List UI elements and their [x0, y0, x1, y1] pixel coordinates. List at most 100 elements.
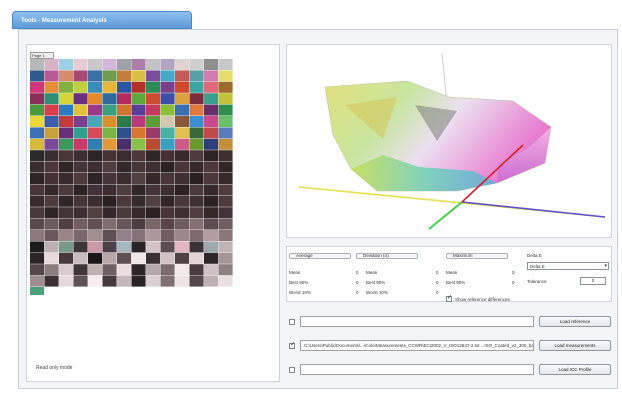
window-title-tab[interactable]: Tools - Measurement Analysis [12, 11, 192, 29]
color-patch[interactable] [59, 195, 74, 207]
color-patch[interactable] [102, 252, 117, 264]
color-patch[interactable] [30, 93, 45, 105]
color-patch[interactable] [160, 241, 175, 253]
color-patch[interactable] [218, 264, 233, 276]
color-patch[interactable] [175, 104, 190, 116]
color-patch[interactable] [117, 275, 132, 287]
color-patch[interactable] [175, 275, 190, 287]
color-patch[interactable] [102, 173, 117, 184]
color-patch[interactable] [204, 81, 219, 93]
color-patch[interactable] [117, 230, 132, 241]
color-patch[interactable] [88, 207, 103, 219]
color-patch[interactable] [218, 161, 233, 173]
color-patch[interactable] [88, 81, 103, 93]
color-patch[interactable] [88, 218, 103, 230]
color-patch[interactable] [146, 184, 161, 196]
color-patch[interactable] [146, 230, 161, 241]
tab-average[interactable]: Average [289, 253, 351, 259]
color-patch[interactable] [73, 81, 88, 93]
color-patch[interactable] [88, 230, 103, 241]
icc-checkbox[interactable] [289, 367, 295, 373]
color-patch[interactable] [175, 241, 190, 253]
color-patch[interactable] [189, 264, 204, 276]
color-patch[interactable] [189, 195, 204, 207]
color-patch[interactable] [44, 241, 59, 253]
color-patch[interactable] [88, 173, 103, 184]
color-patch[interactable] [44, 252, 59, 264]
color-patch[interactable] [59, 173, 74, 184]
reference-checkbox[interactable] [289, 319, 295, 325]
color-patch[interactable] [88, 59, 103, 70]
color-patch[interactable] [160, 173, 175, 184]
color-patch[interactable] [131, 116, 146, 127]
color-patch[interactable] [175, 81, 190, 93]
color-patch[interactable] [204, 93, 219, 105]
color-patch[interactable] [146, 252, 161, 264]
color-patch[interactable] [88, 275, 103, 287]
color-patch[interactable] [30, 241, 45, 253]
color-patch[interactable] [160, 70, 175, 82]
color-patch[interactable] [160, 127, 175, 139]
color-patch[interactable] [175, 264, 190, 276]
color-patch[interactable] [131, 207, 146, 219]
color-patch[interactable] [102, 241, 117, 253]
color-patch[interactable] [160, 138, 175, 150]
color-patch[interactable] [175, 70, 190, 82]
color-patch[interactable] [160, 230, 175, 241]
color-patch[interactable] [189, 127, 204, 139]
color-patch[interactable] [30, 207, 45, 219]
color-patch[interactable] [30, 81, 45, 93]
color-patch[interactable] [189, 161, 204, 173]
color-patch[interactable] [73, 93, 88, 105]
color-patch[interactable] [73, 252, 88, 264]
color-patch[interactable] [117, 173, 132, 184]
color-patch[interactable] [44, 161, 59, 173]
color-patch[interactable] [59, 252, 74, 264]
color-patch[interactable] [73, 241, 88, 253]
color-patch[interactable] [175, 252, 190, 264]
color-patch[interactable] [146, 116, 161, 127]
color-patch[interactable] [131, 161, 146, 173]
color-patch[interactable] [204, 150, 219, 162]
color-patch[interactable] [44, 116, 59, 127]
color-patch[interactable] [44, 195, 59, 207]
color-patch[interactable] [160, 161, 175, 173]
color-patch[interactable] [146, 218, 161, 230]
color-patch[interactable] [204, 218, 219, 230]
color-patch[interactable] [73, 70, 88, 82]
color-patch[interactable] [102, 104, 117, 116]
color-patch[interactable] [218, 59, 233, 70]
color-patch[interactable] [131, 59, 146, 70]
color-patch[interactable] [59, 116, 74, 127]
color-patch[interactable] [30, 59, 45, 70]
color-patch[interactable] [117, 70, 132, 82]
color-patch[interactable] [146, 241, 161, 253]
color-patch[interactable] [30, 138, 45, 150]
color-patch[interactable] [175, 184, 190, 196]
color-patch[interactable] [30, 70, 45, 82]
color-patch[interactable] [88, 104, 103, 116]
color-patch[interactable] [131, 195, 146, 207]
color-patch[interactable] [146, 161, 161, 173]
color-patch[interactable] [88, 150, 103, 162]
color-patch[interactable] [189, 275, 204, 287]
color-patch[interactable] [30, 116, 45, 127]
color-patch[interactable] [175, 173, 190, 184]
color-patch[interactable] [117, 218, 132, 230]
color-patch[interactable] [204, 161, 219, 173]
gamut-3d-view[interactable] [286, 44, 612, 238]
load-measurements-button[interactable]: Load measurements [539, 340, 611, 351]
color-patch[interactable] [204, 116, 219, 127]
color-patch[interactable] [131, 127, 146, 139]
color-patch[interactable] [30, 173, 45, 184]
color-patch[interactable] [189, 138, 204, 150]
color-patch[interactable] [146, 195, 161, 207]
color-patch[interactable] [73, 127, 88, 139]
color-patch[interactable] [117, 138, 132, 150]
color-patch[interactable] [189, 230, 204, 241]
color-patch[interactable] [189, 150, 204, 162]
color-patch[interactable] [146, 104, 161, 116]
color-patch[interactable] [73, 116, 88, 127]
color-patch[interactable] [102, 230, 117, 241]
icc-path-field[interactable] [300, 364, 534, 375]
